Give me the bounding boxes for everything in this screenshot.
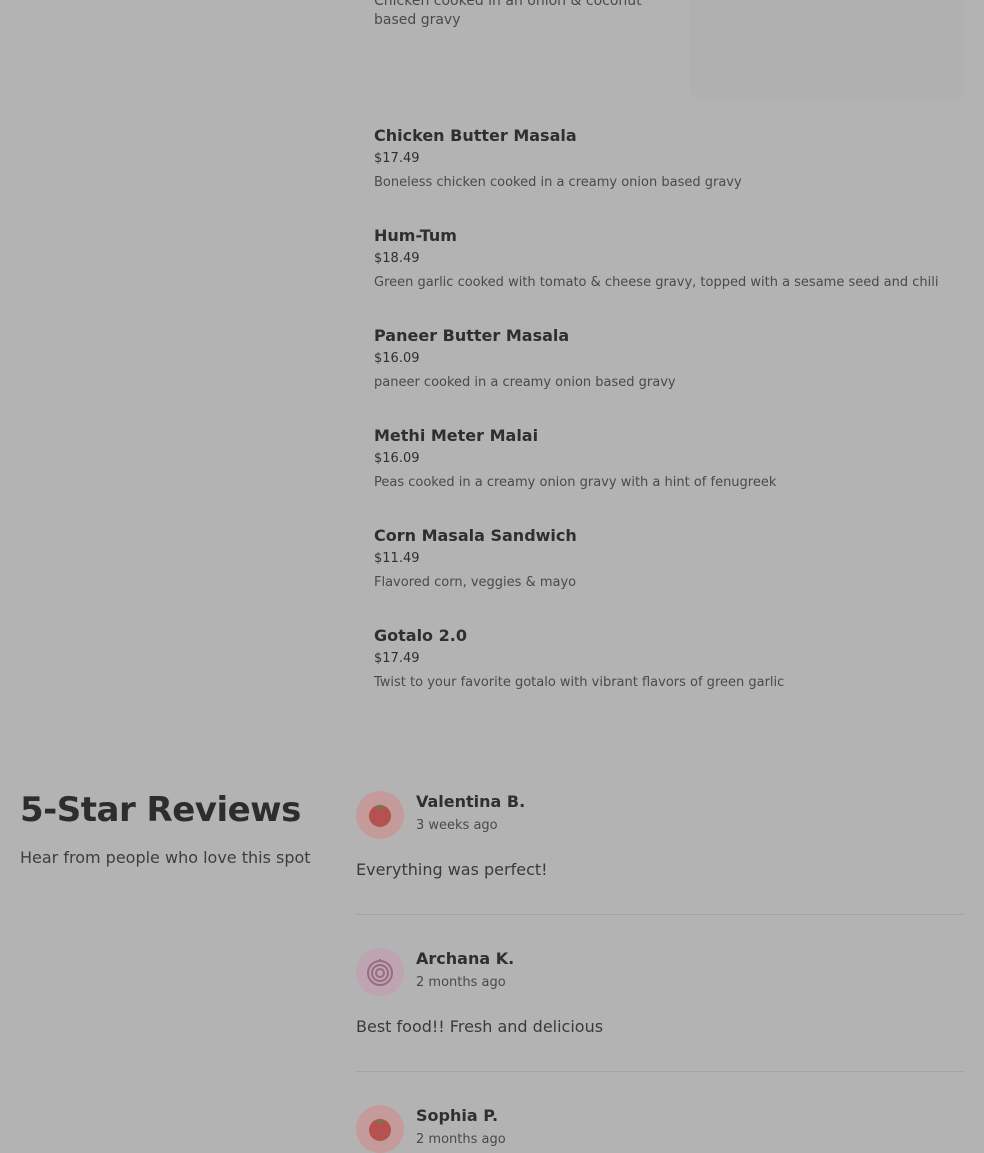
divider	[356, 914, 964, 915]
avatar	[356, 791, 404, 839]
reviewer-name: Archana K.	[416, 949, 515, 968]
menu-item-price: $17.49	[374, 151, 420, 166]
menu-item-name: Paneer Butter Masala	[374, 326, 570, 345]
menu-item[interactable]: Paneer Butter Masala $16.09 paneer cooke…	[374, 325, 964, 392]
onion-icon	[367, 959, 393, 986]
review-text: Everything was perfect!	[356, 860, 548, 879]
reviewer-name: Sophia P.	[416, 1106, 499, 1125]
reviews-subtitle: Hear from people who love this spot	[20, 848, 311, 867]
menu-item-description: Green garlic cooked with tomato & cheese…	[374, 275, 939, 290]
menu-item-description: Twist to your favorite gotalo with vibra…	[374, 675, 785, 690]
review-text: Best food!! Fresh and delicious	[356, 1017, 604, 1036]
menu-item-price: $16.09	[374, 451, 420, 466]
menu-item[interactable]: Corn Masala Sandwich $11.49 Flavored cor…	[374, 525, 964, 592]
menu-item-description: Boneless chicken cooked in a creamy onio…	[374, 175, 742, 190]
menu-item-name: Hum-Tum	[374, 226, 457, 245]
tomato-icon	[369, 1118, 391, 1141]
menu-item-name: Chicken Butter Masala	[374, 126, 577, 145]
menu-item-price: $16.09	[374, 351, 420, 366]
menu-item-description: paneer cooked in a creamy onion based gr…	[374, 375, 676, 390]
menu-item[interactable]: Gotalo 2.0 $17.49 Twist to your favorite…	[374, 625, 964, 692]
review-date: 2 months ago	[416, 1132, 506, 1147]
avatar	[356, 948, 404, 996]
menu-item-price: $18.49	[374, 251, 420, 266]
review-date: 3 weeks ago	[416, 818, 498, 833]
menu-item[interactable]: Hum-Tum $18.49 Green garlic cooked with …	[374, 225, 964, 292]
review-date: 2 months ago	[416, 975, 506, 990]
menu-item[interactable]: Methi Meter Malai $16.09 Peas cooked in …	[374, 425, 964, 492]
menu-item-price: $11.49	[374, 551, 420, 566]
menu-item-description: Peas cooked in a creamy onion gravy with…	[374, 475, 777, 490]
tomato-icon	[369, 804, 391, 827]
menu-item-description: Chicken cooked in an onion & coconut bas…	[374, 0, 642, 28]
reviews-heading: 5-Star Reviews	[20, 790, 301, 830]
menu-item-image[interactable]	[690, 0, 964, 100]
avatar	[356, 1105, 404, 1153]
menu-item-price: $17.49	[374, 651, 420, 666]
menu-item[interactable]: Chicken Butter Masala $17.49 Boneless ch…	[374, 125, 964, 192]
menu-item-name: Gotalo 2.0	[374, 626, 467, 645]
divider	[356, 1071, 964, 1072]
reviewer-name: Valentina B.	[416, 792, 526, 811]
menu-item-description: Flavored corn, veggies & mayo	[374, 575, 577, 590]
menu-item-name: Corn Masala Sandwich	[374, 526, 577, 545]
menu-item-name: Methi Meter Malai	[374, 426, 539, 445]
